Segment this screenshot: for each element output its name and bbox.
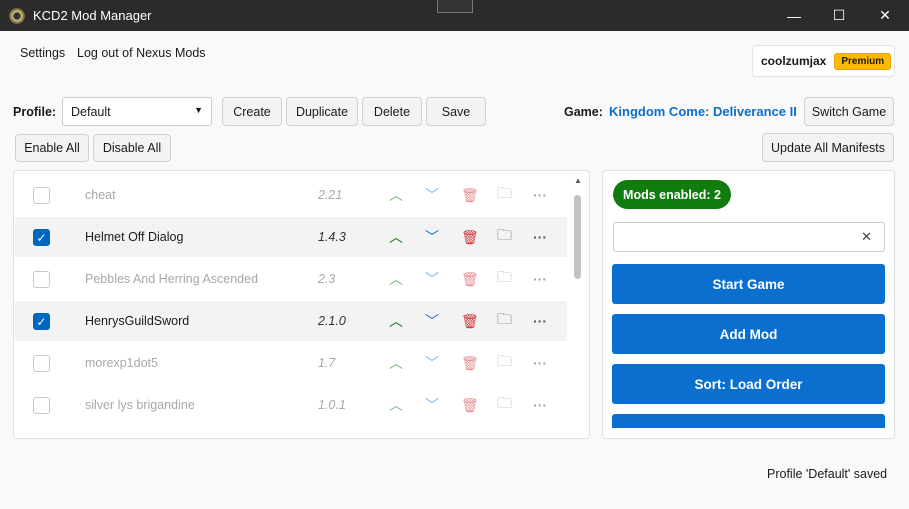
clear-icon[interactable]: ✕ — [861, 229, 872, 245]
move-up-icon[interactable]: ︿ — [389, 395, 403, 415]
mod-version: 2.1.0 — [318, 314, 346, 328]
switch-game-button[interactable]: Switch Game — [804, 97, 894, 126]
mod-name: cheat — [85, 188, 116, 202]
more-button[interactable] — [612, 414, 885, 428]
maximize-button[interactable]: ☐ — [816, 0, 862, 31]
trash-icon[interactable]: 🗑 — [461, 271, 479, 288]
delete-profile-button[interactable]: Delete — [362, 97, 422, 126]
more-options-icon[interactable]: ··· — [533, 355, 547, 371]
user-card: coolzumjax Premium — [752, 45, 895, 77]
mod-checkbox[interactable] — [33, 270, 50, 288]
app-gear-icon — [9, 7, 25, 24]
trash-icon[interactable]: 🗑 — [461, 397, 479, 414]
title-bar: KCD2 Mod Manager — ☐ ✕ — [0, 0, 909, 31]
move-down-icon[interactable]: ﹀ — [425, 311, 439, 331]
mod-row[interactable]: silver lys brigandine 1.0.1 ︿ ﹀ 🗑 🗀 ··· — [15, 385, 567, 425]
mod-name: Pebbles And Herring Ascended — [85, 272, 259, 286]
more-options-icon[interactable]: ··· — [533, 313, 547, 329]
create-button[interactable]: Create — [222, 97, 282, 126]
mod-version: 2.3 — [318, 272, 336, 286]
search-input[interactable]: ✕ — [613, 222, 885, 252]
start-game-button[interactable]: Start Game — [612, 264, 885, 304]
mod-row[interactable]: Pebbles And Herring Ascended 2.3 ︿ ﹀ 🗑 🗀… — [15, 259, 567, 299]
profile-selected: Default — [71, 105, 111, 119]
move-down-icon[interactable]: ﹀ — [425, 353, 439, 373]
more-options-icon[interactable]: ··· — [533, 397, 547, 413]
folder-icon[interactable]: 🗀 — [497, 183, 512, 208]
more-options-icon[interactable]: ··· — [533, 229, 547, 245]
folder-icon[interactable]: 🗀 — [497, 309, 512, 334]
mods-enabled-badge: Mods enabled: 2 — [613, 180, 731, 209]
status-text: Profile 'Default' saved — [767, 467, 888, 481]
close-button[interactable]: ✕ — [862, 0, 908, 31]
mod-list: ▲ cheat 2.21 ︿ ﹀ 🗑 🗀 ··· ✓ Helmet Off Dia… — [13, 170, 590, 439]
mod-checkbox[interactable]: ✓ — [33, 312, 50, 330]
folder-icon[interactable]: 🗀 — [497, 225, 512, 250]
mod-checkbox[interactable]: ✓ — [33, 228, 50, 246]
game-name: Kingdom Come: Deliverance II — [609, 104, 797, 119]
move-down-icon[interactable]: ﹀ — [425, 227, 439, 247]
menu-settings[interactable]: Settings — [20, 46, 65, 60]
trash-icon[interactable]: 🗑 — [461, 313, 479, 330]
move-up-icon[interactable]: ︿ — [389, 269, 403, 289]
username: coolzumjax — [761, 54, 827, 68]
menu-logout[interactable]: Log out of Nexus Mods — [77, 46, 206, 60]
trash-icon[interactable]: 🗑 — [461, 355, 479, 372]
mod-row[interactable]: morexp1dot5 1.7 ︿ ﹀ 🗑 🗀 ··· — [15, 343, 567, 383]
premium-badge: Premium — [834, 52, 892, 70]
game-label: Game: — [564, 105, 603, 119]
move-down-icon[interactable]: ﹀ — [425, 185, 439, 205]
mod-version: 1.4.3 — [318, 230, 346, 244]
profile-select[interactable]: Default ▼ — [62, 97, 212, 126]
mod-row[interactable]: cheat 2.21 ︿ ﹀ 🗑 🗀 ··· — [15, 175, 567, 215]
move-down-icon[interactable]: ﹀ — [425, 269, 439, 289]
mod-checkbox[interactable] — [33, 186, 50, 204]
trash-icon[interactable]: 🗑 — [461, 229, 479, 246]
move-up-icon[interactable]: ︿ — [389, 227, 403, 247]
scrollbar-thumb[interactable] — [574, 195, 581, 279]
sort-button[interactable]: Sort: Load Order — [612, 364, 885, 404]
mod-checkbox[interactable] — [33, 396, 50, 414]
more-options-icon[interactable]: ··· — [533, 271, 547, 287]
mod-version: 1.0.1 — [318, 398, 346, 412]
mod-checkbox[interactable] — [33, 354, 50, 372]
move-up-icon[interactable]: ︿ — [389, 353, 403, 373]
mod-name: silver lys brigandine — [85, 398, 195, 412]
minimize-button[interactable]: — — [771, 0, 817, 31]
move-down-icon[interactable]: ﹀ — [425, 395, 439, 415]
disable-all-button[interactable]: Disable All — [93, 134, 171, 162]
window-title: KCD2 Mod Manager — [33, 8, 152, 23]
add-mod-button[interactable]: Add Mod — [612, 314, 885, 354]
mod-name: morexp1dot5 — [85, 356, 158, 370]
update-manifests-button[interactable]: Update All Manifests — [762, 133, 894, 162]
mod-name: HenrysGuildSword — [85, 314, 190, 328]
trash-icon[interactable]: 🗑 — [461, 187, 479, 204]
duplicate-button[interactable]: Duplicate — [286, 97, 358, 126]
mod-row[interactable]: ✓ Helmet Off Dialog 1.4.3 ︿ ﹀ 🗑 🗀 ··· — [15, 217, 567, 257]
move-up-icon[interactable]: ︿ — [389, 311, 403, 331]
mod-name: Helmet Off Dialog — [85, 230, 184, 244]
save-button[interactable]: Save — [426, 97, 486, 126]
mod-version: 1.7 — [318, 356, 336, 370]
scrollbar[interactable]: ▲ — [569, 171, 589, 438]
folder-icon[interactable]: 🗀 — [497, 393, 512, 418]
scroll-up-icon[interactable]: ▲ — [574, 176, 582, 185]
folder-icon[interactable]: 🗀 — [497, 351, 512, 376]
enable-all-button[interactable]: Enable All — [15, 134, 89, 162]
folder-icon[interactable]: 🗀 — [497, 267, 512, 292]
more-options-icon[interactable]: ··· — [533, 187, 547, 203]
move-up-icon[interactable]: ︿ — [389, 185, 403, 205]
mod-version: 2.21 — [318, 188, 343, 202]
mod-row[interactable]: ✓ HenrysGuildSword 2.1.0 ︿ ﹀ 🗑 🗀 ··· — [15, 301, 567, 341]
profile-label: Profile: — [13, 105, 57, 119]
snap-grip[interactable] — [437, 0, 473, 13]
chevron-down-icon: ▼ — [194, 105, 203, 115]
